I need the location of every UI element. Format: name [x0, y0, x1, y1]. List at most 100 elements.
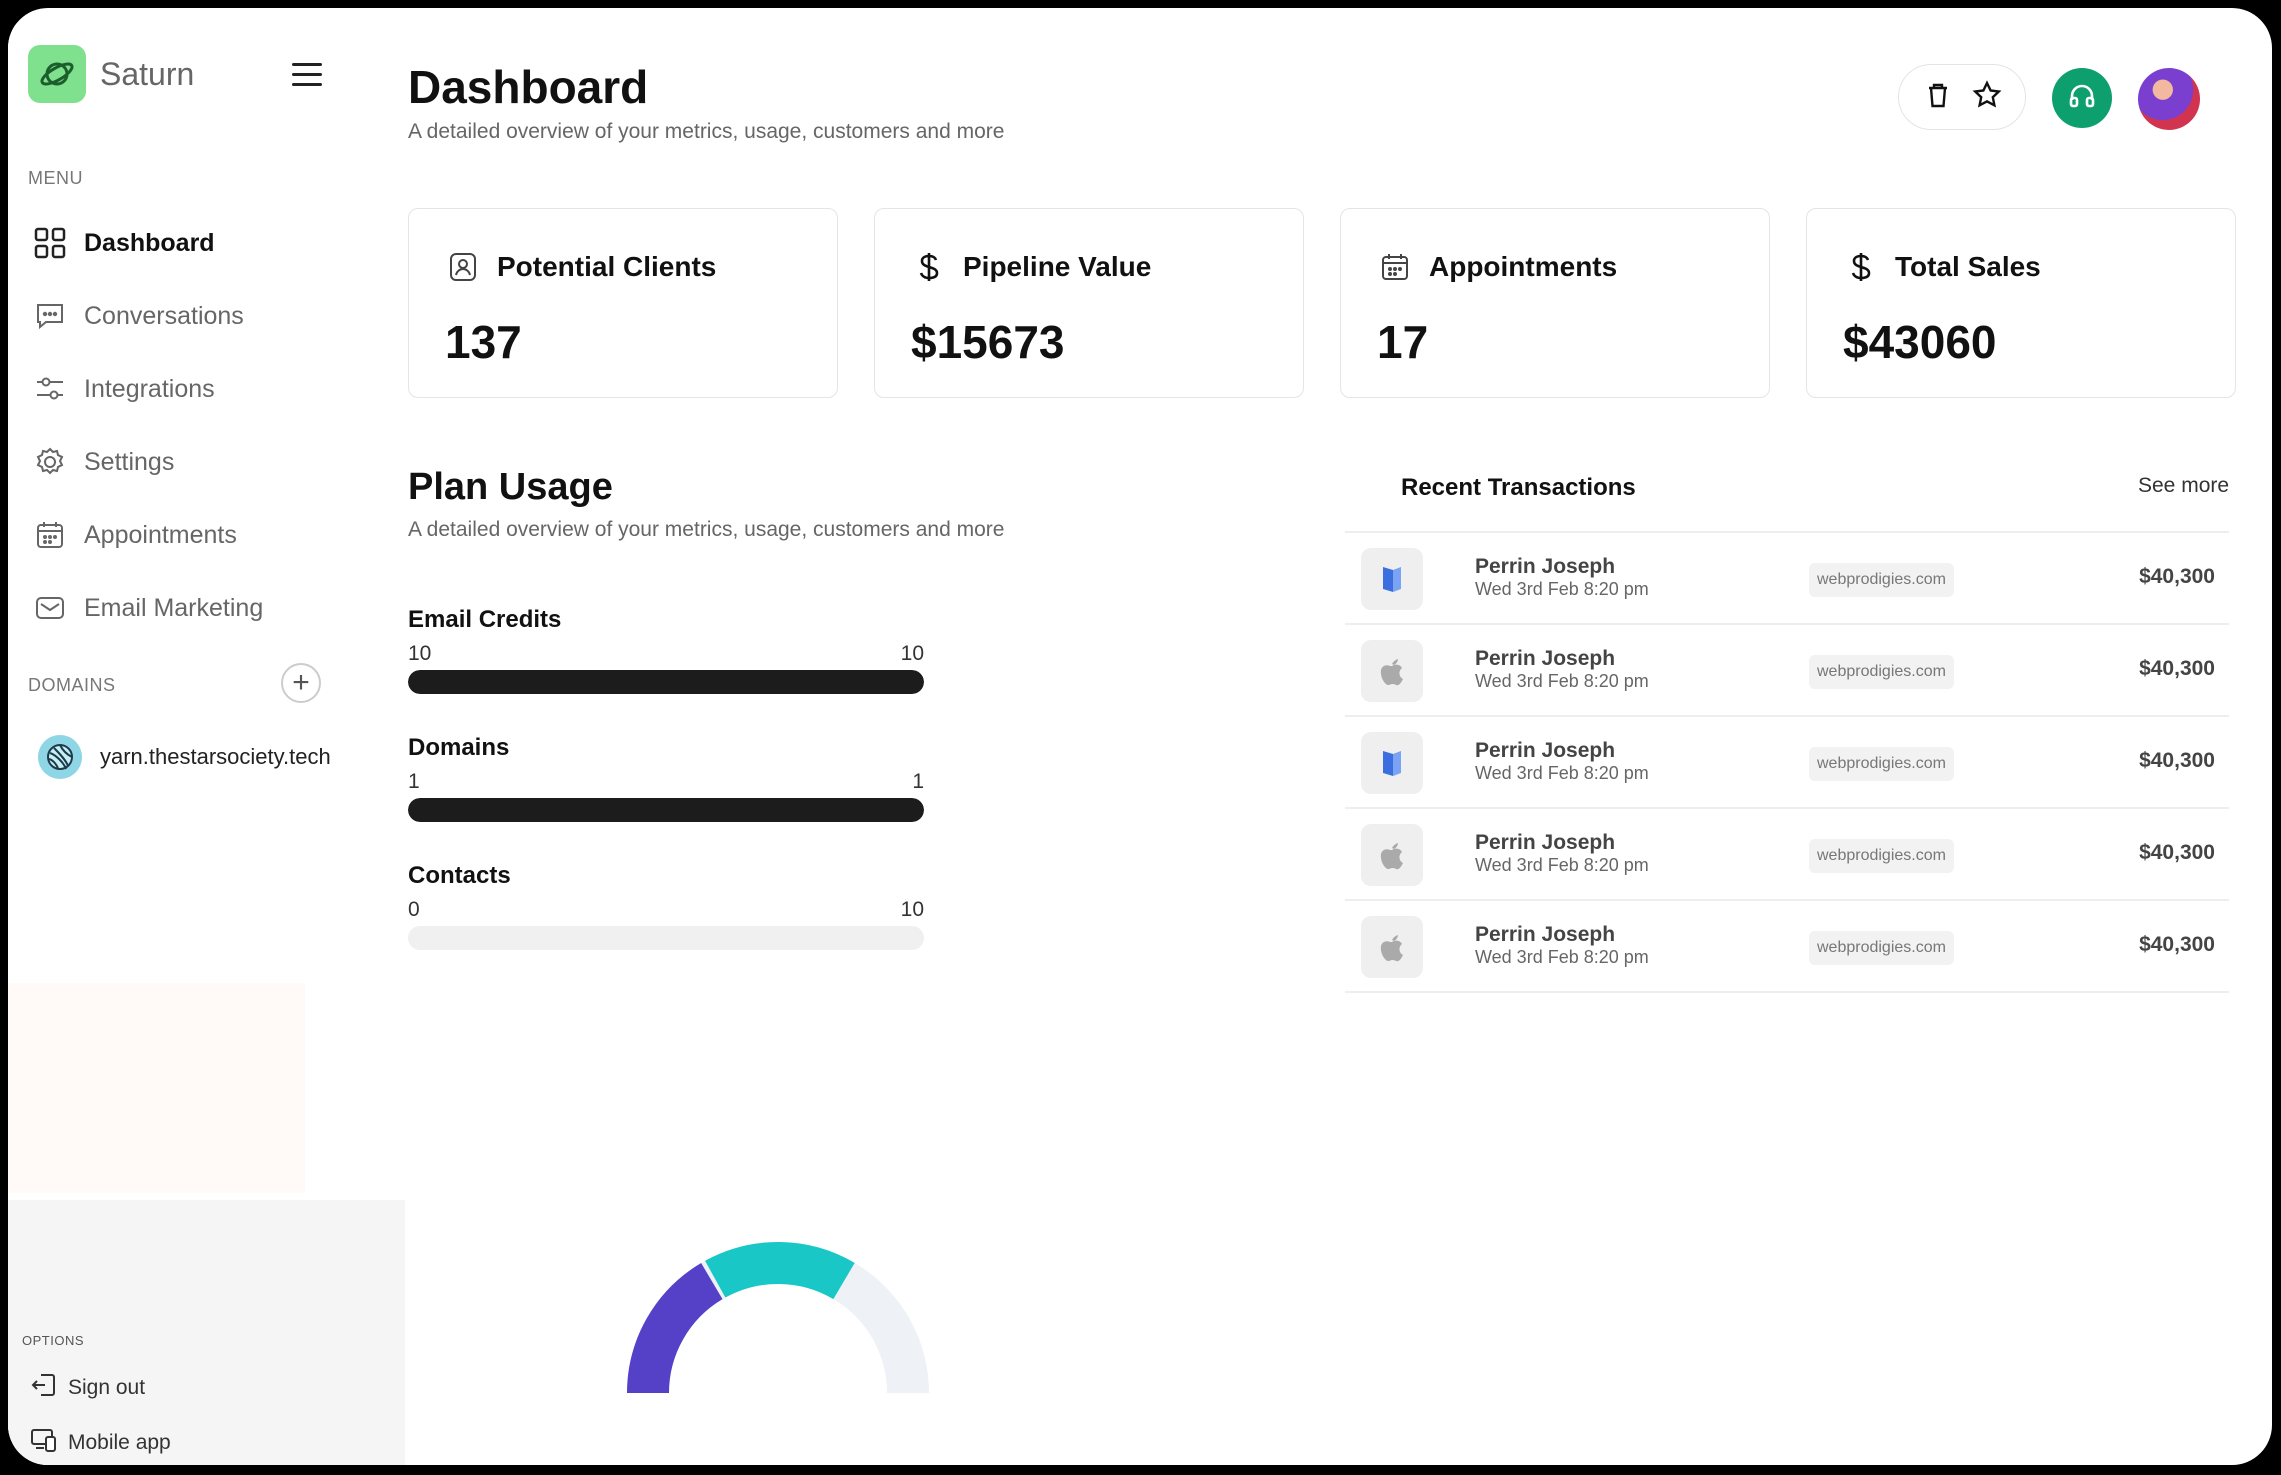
plus-icon: + [292, 666, 310, 699]
brand[interactable]: Saturn [28, 45, 194, 103]
avatar[interactable] [2138, 68, 2200, 130]
gauge-segment [705, 1242, 855, 1300]
usage-track [408, 926, 924, 950]
stat-card-pipeline-value: Pipeline Value $15673 [874, 208, 1304, 398]
stat-label: Appointments [1429, 251, 1618, 282]
domains-label: DOMAINS [28, 675, 116, 695]
transaction-date: Wed 3rd Feb 8:20 pm [1475, 671, 1649, 691]
sidebar-item-email-marketing[interactable]: Email Marketing [32, 588, 263, 628]
transaction-row[interactable]: Perrin Joseph Wed 3rd Feb 8:20 pm webpro… [1345, 717, 2229, 809]
trash-icon[interactable] [1923, 80, 1953, 115]
plan-usage-title: Plan Usage [408, 466, 613, 508]
stat-label: Total Sales [1895, 251, 2041, 282]
transaction-name: Perrin Joseph [1475, 739, 1616, 762]
transaction-row[interactable]: Perrin Joseph Wed 3rd Feb 8:20 pm webpro… [1345, 901, 2229, 993]
stat-value: $15673 [911, 316, 1065, 368]
sidebar-item-label: Email Marketing [84, 593, 264, 622]
transaction-date: Wed 3rd Feb 8:20 pm [1475, 947, 1649, 967]
headset-icon [2066, 80, 2098, 117]
apple-icon [1361, 916, 1423, 978]
usage-fill [408, 670, 924, 694]
app-window: Saturn MENU Dashboard Conversations Inte… [8, 8, 2272, 1465]
transaction-site: webprodigies.com [1809, 655, 1954, 689]
sidebar-item-dashboard[interactable]: Dashboard [32, 223, 215, 263]
usage-gauge [627, 1242, 929, 1394]
transaction-row[interactable]: Perrin Joseph Wed 3rd Feb 8:20 pm webpro… [1345, 809, 2229, 901]
transaction-amount: $40,300 [2139, 933, 2215, 956]
transaction-site: webprodigies.com [1809, 931, 1954, 965]
gear-icon [32, 444, 68, 480]
transaction-row[interactable]: Perrin Joseph Wed 3rd Feb 8:20 pm webpro… [1345, 625, 2229, 717]
stat-value: 137 [445, 316, 522, 368]
sidebar-item-label: Settings [84, 447, 175, 476]
transaction-name: Perrin Joseph [1475, 831, 1616, 854]
sign-out-button[interactable]: Sign out [30, 1371, 145, 1404]
stat-label: Pipeline Value [963, 251, 1152, 282]
sliders-icon [32, 371, 68, 407]
yarn-ball-icon [38, 735, 82, 779]
domain-item[interactable]: yarn.thestarsociety.tech [38, 735, 331, 779]
apple-icon [1361, 824, 1423, 886]
sidebar-item-label: Appointments [84, 520, 237, 549]
apple-icon [1361, 640, 1423, 702]
transaction-name: Perrin Joseph [1475, 555, 1616, 578]
usage-track [408, 670, 924, 694]
stat-card-potential-clients: Potential Clients 137 [408, 208, 838, 398]
grid-icon [32, 225, 68, 261]
sidebar-item-integrations[interactable]: Integrations [32, 369, 215, 409]
transaction-date: Wed 3rd Feb 8:20 pm [1475, 763, 1649, 783]
contact-icon [445, 249, 481, 285]
chat-icon [32, 298, 68, 334]
stat-value: $43060 [1843, 316, 1997, 368]
star-icon[interactable] [1972, 79, 2002, 115]
sidebar: Saturn MENU Dashboard Conversations Inte… [8, 23, 405, 1465]
brand-name: Saturn [100, 55, 195, 92]
usage-name: Email Credits [408, 606, 562, 633]
sidebar-item-appointments[interactable]: Appointments [32, 515, 237, 555]
transaction-name: Perrin Joseph [1475, 923, 1616, 946]
calendar-icon [1377, 249, 1413, 285]
transaction-site: webprodigies.com [1809, 747, 1954, 781]
usage-name: Domains [408, 734, 510, 761]
usage-email-credits: Email Credits 10 10 [408, 606, 924, 694]
transaction-date: Wed 3rd Feb 8:20 pm [1475, 855, 1649, 875]
usage-used: 0 [408, 898, 420, 921]
devices-icon [30, 1426, 58, 1459]
support-button[interactable] [2052, 68, 2112, 128]
calendar-icon [32, 517, 68, 553]
transaction-amount: $40,300 [2139, 657, 2215, 680]
mobile-app-button[interactable]: Mobile app [30, 1426, 171, 1459]
sign-out-icon [30, 1371, 58, 1404]
sidebar-item-label: Dashboard [84, 228, 215, 257]
option-label: Mobile app [68, 1430, 171, 1454]
dollar-icon [911, 249, 947, 285]
usage-limit: 1 [912, 770, 924, 793]
usage-name: Contacts [408, 862, 511, 889]
sidebar-item-conversations[interactable]: Conversations [32, 296, 244, 336]
usage-track [408, 798, 924, 822]
dollar-icon [1843, 249, 1879, 285]
hamburger-menu-icon[interactable] [292, 63, 322, 89]
transaction-amount: $40,300 [2139, 841, 2215, 864]
menu-label: MENU [28, 168, 83, 188]
transaction-date: Wed 3rd Feb 8:20 pm [1475, 579, 1649, 599]
see-more-link[interactable]: See more [2138, 474, 2229, 498]
add-domain-button[interactable]: + [281, 663, 321, 703]
transactions-title: Recent Transactions [1401, 474, 1636, 501]
transaction-row[interactable]: Perrin Joseph Wed 3rd Feb 8:20 pm webpro… [1345, 533, 2229, 625]
stat-card-total-sales: Total Sales $43060 [1806, 208, 2236, 398]
gauge-segment [627, 1263, 724, 1394]
options-label: OPTIONS [22, 1333, 85, 1348]
domain-label: yarn.thestarsociety.tech [100, 744, 331, 769]
header-actions [1898, 64, 2026, 130]
sidebar-spacer [8, 983, 305, 1193]
usage-used: 10 [408, 642, 432, 665]
usage-domains: Domains 1 1 [408, 734, 924, 822]
book-icon [1361, 548, 1423, 610]
page-subtitle: A detailed overview of your metrics, usa… [408, 120, 1005, 143]
transaction-amount: $40,300 [2139, 565, 2215, 588]
sidebar-item-settings[interactable]: Settings [32, 442, 174, 482]
usage-limit: 10 [900, 642, 924, 665]
stat-card-appointments: Appointments 17 [1340, 208, 1770, 398]
planet-icon [28, 45, 86, 103]
